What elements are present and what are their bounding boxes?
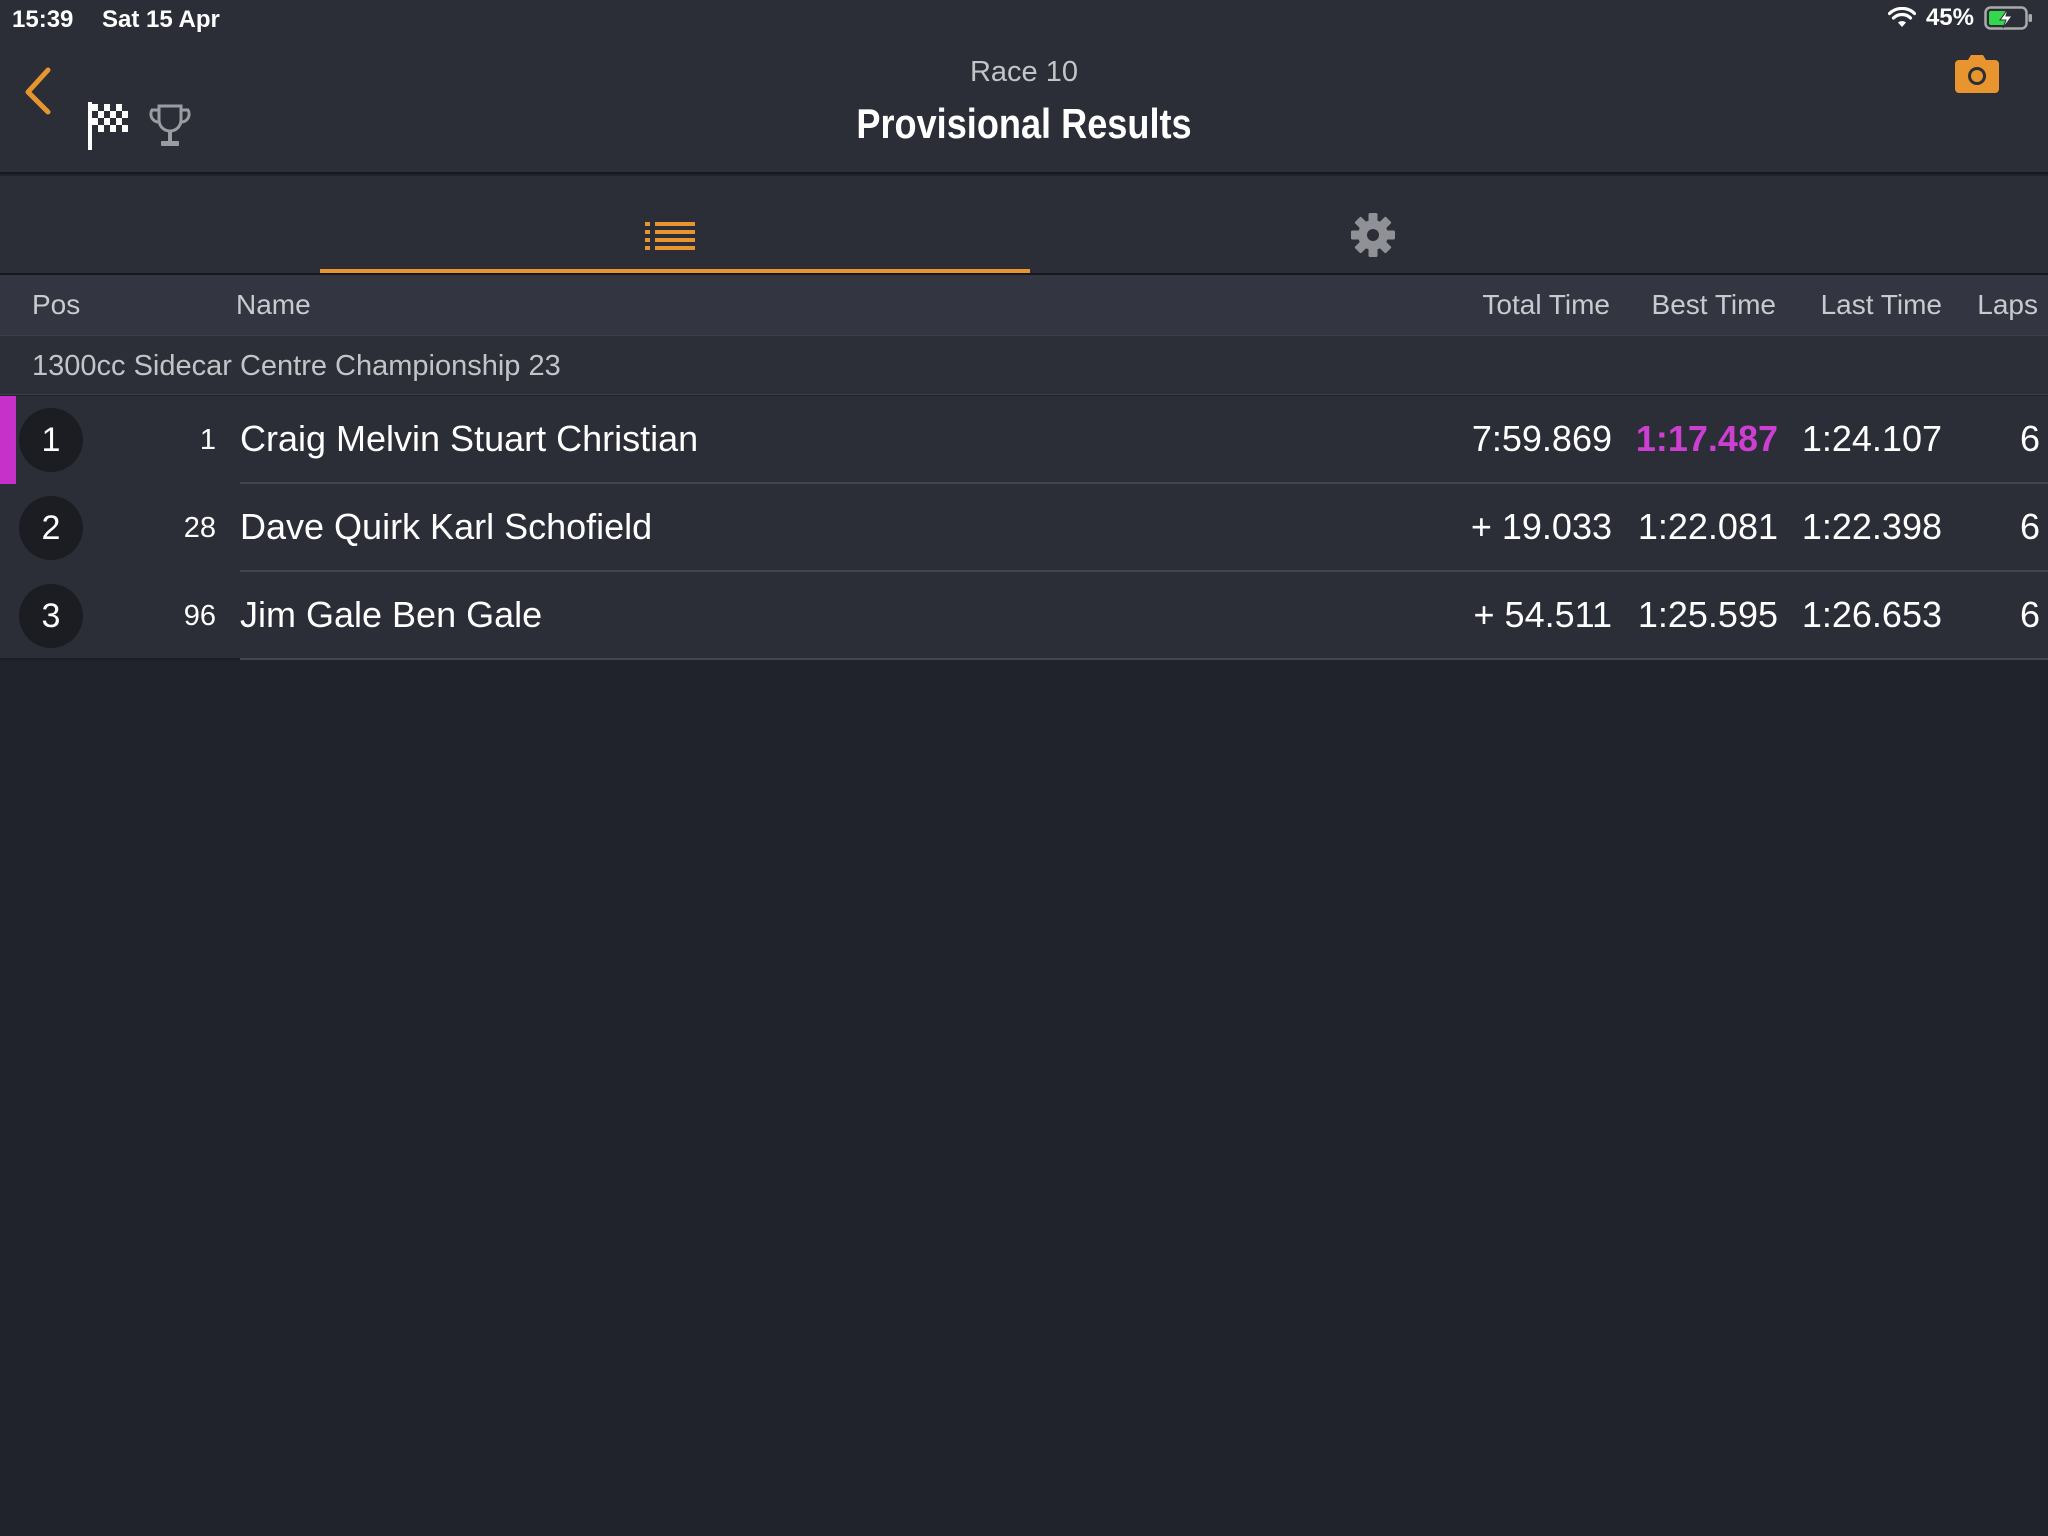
position-badge: 2: [19, 496, 83, 560]
row-divider: [0, 658, 240, 660]
result-row[interactable]: 2 28 Dave Quirk Karl Schofield + 19.033 …: [0, 484, 2048, 572]
class-group-header: 1300cc Sidecar Centre Championship 23: [0, 335, 2048, 395]
last-time: 1:22.398: [1801, 506, 1942, 547]
status-date: Sat 15 Apr: [102, 6, 220, 33]
total-time: 7:59.869: [1471, 418, 1612, 459]
class-group-label: 1300cc Sidecar Centre Championship 23: [32, 350, 561, 382]
tab-results-list[interactable]: [320, 176, 1030, 273]
chequered-flag-button[interactable]: [86, 100, 132, 152]
nav-header: Race 10 Provisional Results: [0, 40, 2048, 174]
column-name: Name: [236, 289, 311, 320]
column-last-time: Last Time: [1820, 289, 1942, 320]
row-divider: [240, 658, 2048, 660]
list-icon: [645, 222, 695, 250]
results-screen: 15:39 Sat 15 Apr 45% Race 10 Provisional…: [0, 0, 2048, 1536]
position-badge: 3: [19, 584, 83, 648]
camera-icon: [1955, 55, 1999, 93]
column-best-time: Best Time: [1651, 289, 1776, 320]
fastest-lap-marker: [0, 396, 16, 484]
total-time: + 54.511: [1473, 594, 1612, 635]
laps: 6: [2019, 506, 2040, 547]
results-list: 1 1 Craig Melvin Stuart Christian 7:59.8…: [0, 396, 2048, 660]
screenshot-button[interactable]: [1954, 54, 2000, 94]
result-row[interactable]: 3 96 Jim Gale Ben Gale + 54.511 1:25.595…: [0, 572, 2048, 660]
column-header: Pos Name Total Time Best Time Last Time …: [0, 275, 2048, 335]
laps: 6: [2019, 418, 2040, 459]
status-time: 15:39: [12, 6, 74, 33]
active-tab-indicator: [320, 269, 1030, 273]
result-row[interactable]: 1 1 Craig Melvin Stuart Christian 7:59.8…: [0, 396, 2048, 484]
race-subtitle: Race 10: [969, 56, 1078, 88]
best-time: 1:17.487: [1635, 418, 1778, 459]
best-time: 1:22.081: [1637, 506, 1778, 547]
race-number: 1: [199, 424, 216, 456]
column-total-time: Total Time: [1482, 289, 1610, 320]
battery-percent: 45%: [1925, 4, 1974, 31]
page-title: Provisional Results: [856, 100, 1192, 147]
column-laps: Laps: [1977, 289, 2038, 320]
status-bar: 15:39 Sat 15 Apr 45%: [0, 0, 2048, 40]
position-badge: 1: [19, 408, 83, 472]
status-indicators: 45%: [1887, 4, 2034, 32]
laps: 6: [2019, 594, 2040, 635]
race-number: 28: [183, 512, 216, 544]
rider-name: Jim Gale Ben Gale: [240, 594, 543, 635]
chequered-flag-icon: [88, 102, 128, 150]
battery-charging-icon: [1984, 6, 2032, 30]
tab-bar: [0, 176, 2048, 275]
race-number: 96: [183, 600, 216, 632]
total-time: + 19.033: [1470, 506, 1612, 547]
best-time: 1:25.595: [1637, 594, 1778, 635]
gear-icon: [1351, 213, 1395, 257]
last-time: 1:26.653: [1801, 594, 1942, 635]
last-time: 1:24.107: [1801, 418, 1942, 459]
tab-settings[interactable]: [1060, 176, 1770, 273]
column-pos: Pos: [32, 289, 81, 320]
wifi-icon: [1887, 7, 1916, 27]
rider-name: Dave Quirk Karl Schofield: [240, 506, 653, 547]
rider-name: Craig Melvin Stuart Christian: [240, 418, 699, 459]
